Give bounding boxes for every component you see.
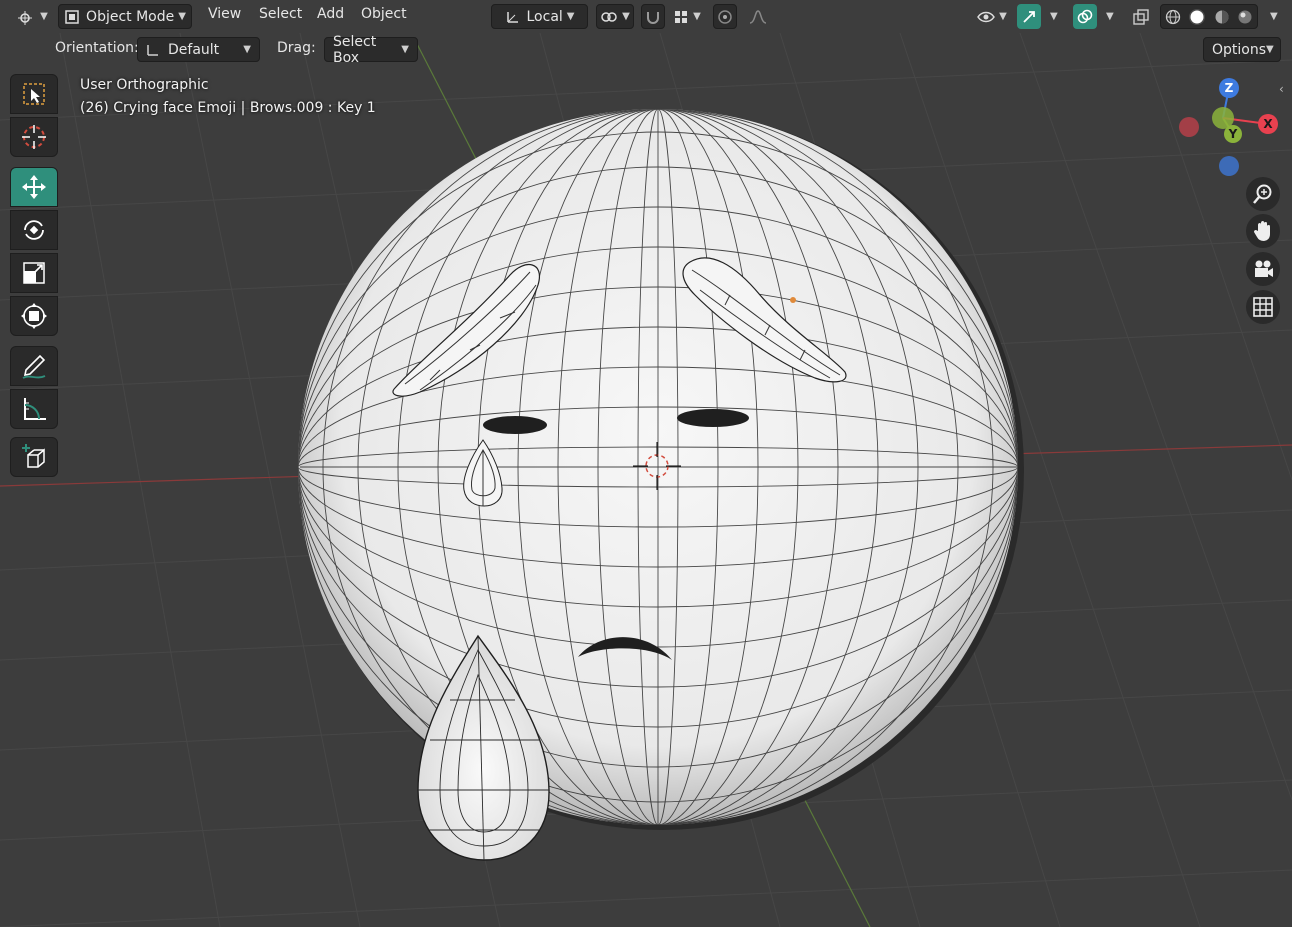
pivot-icon <box>601 11 617 22</box>
right-eye <box>677 409 749 427</box>
rotate-tool[interactable] <box>10 210 58 250</box>
menu-view[interactable]: View <box>208 6 241 22</box>
gizmo-arrow-icon <box>1023 10 1035 23</box>
gizmo-neg-z <box>1219 156 1239 176</box>
vertex-marker <box>790 297 796 303</box>
shading-mode-group <box>1160 4 1258 29</box>
drag-label: Drag: <box>277 40 316 56</box>
sidebar-toggle-icon[interactable]: ‹ <box>1279 82 1292 102</box>
viewport-header: ▼ Object Mode ▼ View Select Add Object L… <box>0 0 1292 33</box>
grid-icon <box>1253 297 1273 317</box>
camera-view-button[interactable] <box>1246 252 1280 286</box>
move-tool[interactable] <box>10 167 58 207</box>
hand-icon <box>1254 221 1270 241</box>
gizmo-y-label: Y <box>1228 127 1238 141</box>
menu-select[interactable]: Select <box>259 6 302 22</box>
rotate-icon <box>24 220 44 240</box>
gizmo-toggle[interactable] <box>1017 4 1041 29</box>
drag-dropdown[interactable]: Select Box ▼ <box>324 34 418 66</box>
chevron-down-icon: ▼ <box>999 11 1007 22</box>
chevron-down-icon: ▼ <box>401 44 409 55</box>
zoom-icon <box>1253 184 1272 204</box>
3d-viewport[interactable] <box>0 0 1292 927</box>
editor-type-button[interactable]: ▼ <box>14 4 50 29</box>
orientation-dropdown[interactable]: Default ▼ <box>137 37 260 62</box>
tool-settings-bar: Orientation: Default ▼ Drag: Select Box … <box>0 34 1292 66</box>
emoji-head-mesh[interactable] <box>298 109 1024 830</box>
transform-icon <box>21 303 47 329</box>
drag-value: Select Box <box>333 33 377 66</box>
chevron-down-icon: ▼ <box>566 11 575 22</box>
annotate-tool[interactable] <box>10 346 58 386</box>
wireframe-shading-icon[interactable] <box>1165 9 1181 25</box>
view-name-label: User Orthographic <box>80 77 209 93</box>
material-shading-icon[interactable] <box>1214 9 1230 25</box>
xray-toggle[interactable] <box>1128 4 1154 29</box>
chevron-down-icon[interactable]: ▼ <box>1270 11 1278 22</box>
zoom-button[interactable] <box>1246 177 1280 211</box>
menu-add[interactable]: Add <box>317 6 344 22</box>
scale-tool[interactable] <box>10 253 58 293</box>
annotate-icon <box>22 354 46 379</box>
menu-object[interactable]: Object <box>361 6 407 22</box>
snap-toggle[interactable] <box>641 4 665 29</box>
navigation-gizmo[interactable]: Z Y X <box>1170 70 1292 180</box>
add-cube-icon <box>22 444 45 468</box>
snap-target-dropdown[interactable]: ▼ <box>667 4 707 29</box>
move-icon <box>22 175 46 199</box>
transform-orientation-dropdown[interactable]: Local ▼ <box>491 4 588 29</box>
chevron-down-icon[interactable]: ▼ <box>1106 11 1114 22</box>
falloff-curve-icon <box>749 9 767 24</box>
chevron-down-icon: ▼ <box>40 11 48 22</box>
cursor-tool[interactable] <box>10 117 58 157</box>
transform-tool[interactable] <box>10 296 58 336</box>
add-cube-tool[interactable] <box>10 437 58 477</box>
editor-type-icon <box>18 10 33 25</box>
pivot-point-dropdown[interactable]: ▼ <box>596 4 634 29</box>
select-box-tool[interactable] <box>10 74 58 114</box>
falloff-dropdown[interactable] <box>740 4 776 29</box>
visibility-dropdown[interactable]: ▼ <box>973 4 1011 29</box>
orientation-value: Default <box>168 41 220 58</box>
options-label: Options <box>1212 41 1267 58</box>
orientation-axes-icon <box>147 44 158 56</box>
options-dropdown[interactable]: Options ▼ <box>1203 37 1281 62</box>
scale-icon <box>23 262 45 284</box>
solid-shading-icon[interactable] <box>1188 8 1206 26</box>
chevron-down-icon: ▼ <box>1266 44 1274 55</box>
ortho-toggle-button[interactable] <box>1246 290 1280 324</box>
gizmo-neg-x <box>1179 117 1199 137</box>
object-info-label: (26) Crying face Emoji | Brows.009 : Key… <box>80 100 376 116</box>
overlays-toggle[interactable] <box>1073 4 1097 29</box>
object-mode-dropdown[interactable]: Object Mode ▼ <box>58 4 192 29</box>
magnet-icon <box>647 11 659 24</box>
chevron-down-icon: ▼ <box>178 11 186 22</box>
chevron-down-icon: ▼ <box>243 44 251 55</box>
camera-icon <box>1255 260 1273 277</box>
gizmo-x-label: X <box>1263 117 1273 131</box>
local-axes-icon <box>506 11 518 23</box>
proportional-edit-icon <box>718 9 732 24</box>
left-eye <box>483 416 547 434</box>
measure-tool[interactable] <box>10 389 58 429</box>
overlays-icon <box>1077 9 1093 23</box>
eye-icon <box>977 11 996 22</box>
gizmo-z-label: Z <box>1225 81 1234 95</box>
chevron-down-icon: ▼ <box>693 11 701 22</box>
proportional-edit-toggle[interactable] <box>713 4 737 29</box>
orientation-label: Orientation: <box>55 40 139 56</box>
transform-orientation-label: Local <box>526 8 563 25</box>
grid-snap-icon <box>675 10 688 23</box>
rendered-shading-icon[interactable] <box>1237 9 1253 25</box>
chevron-down-icon: ▼ <box>622 11 630 22</box>
measure-icon <box>24 398 46 420</box>
object-mode-label: Object Mode <box>86 8 175 25</box>
object-mode-icon <box>65 9 79 24</box>
pan-button[interactable] <box>1246 214 1280 248</box>
cursor-icon <box>22 125 46 149</box>
chevron-down-icon[interactable]: ▼ <box>1050 11 1058 22</box>
xray-icon <box>1133 8 1149 25</box>
select-box-icon <box>23 83 45 105</box>
